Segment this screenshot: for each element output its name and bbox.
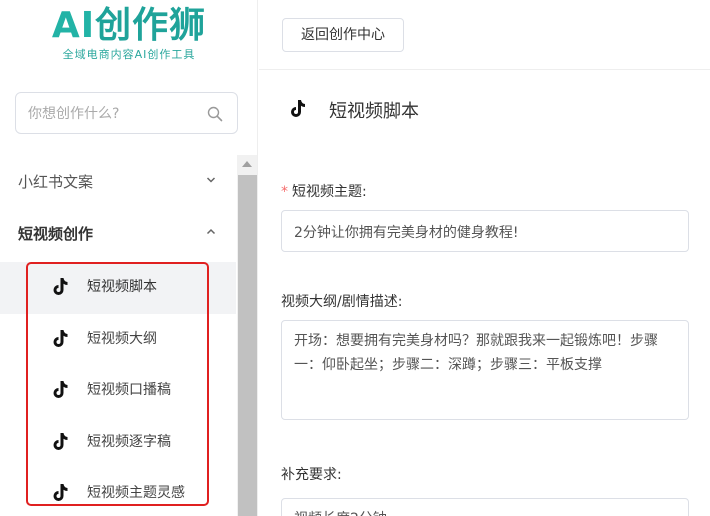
menu-group-xiaohongshu[interactable]: 小红书文案 — [0, 155, 236, 207]
sidebar-item-label: 短视频口播稿 — [87, 382, 171, 398]
topic-label: * 短视频主题: — [281, 181, 367, 201]
search-box[interactable] — [15, 92, 238, 134]
menu-group-label: 小红书文案 — [18, 173, 94, 191]
sidebar: AI创作狮 全域电商内容AI创作工具 小红书文案 短视频创作 短视频脚本 — [0, 0, 258, 516]
sidebar-item-short-video-inspiration[interactable]: 短视频主题灵感 — [0, 468, 236, 516]
scrollbar-thumb[interactable] — [238, 175, 257, 516]
sidebar-item-label: 短视频逐字稿 — [87, 433, 171, 450]
sidebar-item-short-video-outline[interactable]: 短视频大纲 — [0, 314, 236, 366]
page-title: 短视频脚本 — [329, 101, 419, 122]
sidebar-item-short-video-transcript[interactable]: 短视频逐字稿 — [0, 417, 236, 469]
logo-title: AI创作狮 — [0, 5, 257, 46]
logo[interactable]: AI创作狮 全域电商内容AI创作工具 — [0, 5, 257, 62]
topic-input[interactable]: 2分钟让你拥有完美身材的健身教程! — [281, 210, 689, 252]
tiktok-icon — [291, 100, 305, 117]
logo-ai: AI — [51, 5, 96, 46]
logo-name: 创作狮 — [95, 5, 207, 46]
sidebar-item-label: 短视频主题灵感 — [87, 485, 185, 501]
sidebar-item-short-video-voiceover[interactable]: 短视频口播稿 — [0, 365, 236, 417]
search-icon[interactable] — [207, 106, 223, 122]
chevron-down-icon — [206, 177, 216, 183]
outline-label: 视频大纲/剧情描述: — [281, 294, 403, 310]
scroll-up-arrow-icon[interactable] — [242, 161, 252, 167]
extra-label: 补充要求: — [281, 467, 342, 483]
outline-textarea[interactable]: 开场：想要拥有完美身材吗？那就跟我来一起锻炼吧！步骤一：仰卧起坐；步骤二：深蹲；… — [281, 320, 689, 420]
top-bar: 返回创作中心 — [259, 0, 710, 70]
tiktok-icon — [53, 278, 68, 295]
tiktok-icon — [53, 381, 68, 398]
tiktok-icon — [53, 432, 68, 450]
short-video-submenu: 短视频脚本 短视频大纲 短视频口播稿 短视频逐字稿 短视频主题灵感 — [0, 262, 236, 516]
menu-group-label: 短视频创作 — [18, 225, 94, 243]
sidebar-item-label: 短视频大纲 — [87, 330, 157, 347]
chevron-up-icon — [206, 228, 216, 235]
tiktok-icon — [53, 329, 68, 347]
main-panel: 返回创作中心 短视频脚本 * 短视频主题: 2分钟让你拥有完美身材的健身教程! 视… — [259, 0, 710, 516]
extra-input[interactable]: 视频长度2分钟 — [281, 498, 689, 516]
required-mark: * — [281, 184, 288, 200]
tiktok-icon — [53, 484, 68, 501]
logo-subtitle: 全域电商内容AI创作工具 — [62, 48, 196, 61]
topic-label-text: 短视频主题: — [292, 184, 367, 200]
sidebar-item-short-video-script[interactable]: 短视频脚本 — [0, 262, 236, 314]
sidebar-menu: 小红书文案 短视频创作 — [0, 155, 236, 259]
page-header: 短视频脚本 — [259, 88, 710, 128]
back-to-center-button[interactable]: 返回创作中心 — [282, 18, 404, 52]
sidebar-scrollbar[interactable] — [237, 155, 257, 516]
menu-group-short-video[interactable]: 短视频创作 — [0, 207, 236, 259]
search-input[interactable] — [28, 103, 198, 125]
sidebar-item-label: 短视频脚本 — [87, 279, 157, 295]
